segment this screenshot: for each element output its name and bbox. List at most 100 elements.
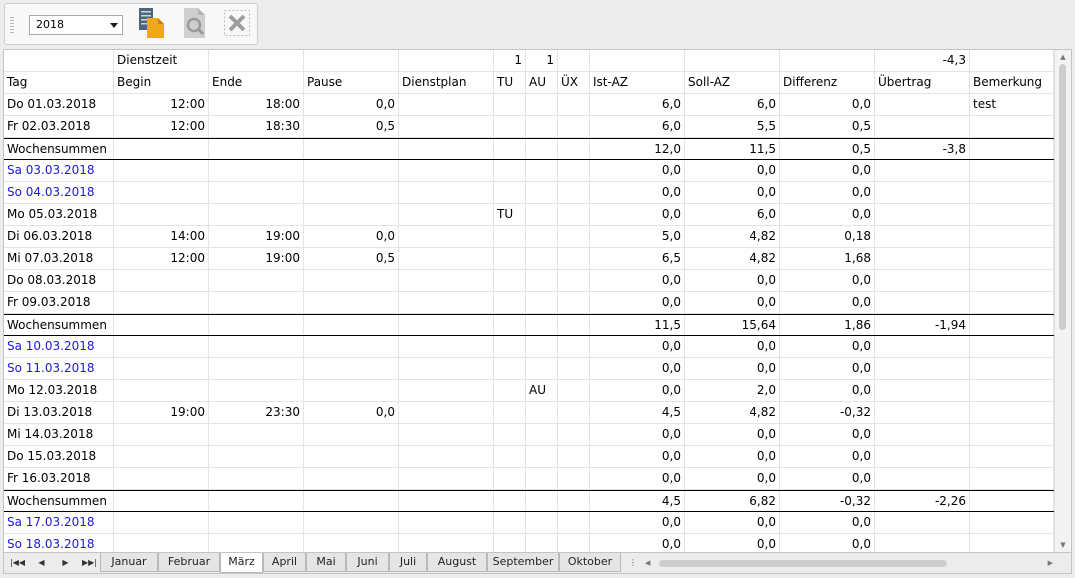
cell-tu[interactable]: TU <box>494 204 526 225</box>
cell-uebertrag[interactable] <box>875 336 970 357</box>
cell-begin[interactable]: 12:00 <box>114 94 209 115</box>
cell-tu[interactable] <box>494 139 526 159</box>
cell-tu[interactable] <box>494 491 526 511</box>
preview-button[interactable] <box>179 7 211 40</box>
scroll-left-icon[interactable]: ◀ <box>645 556 650 570</box>
cell-diff[interactable]: 0,0 <box>780 424 875 445</box>
cell-begin[interactable] <box>114 182 209 203</box>
cell-pause[interactable] <box>304 270 399 291</box>
cell-ist[interactable]: 6,0 <box>590 94 685 115</box>
cell-uebertrag[interactable] <box>875 468 970 489</box>
tab-2[interactable]: März <box>220 553 263 573</box>
tab-4[interactable]: Mai <box>306 553 346 572</box>
cell-begin[interactable] <box>114 534 209 552</box>
cell-bemerkung[interactable] <box>970 204 1054 225</box>
summary-cell-uebertrag[interactable]: -4,3 <box>875 50 970 71</box>
cell-dienstplan[interactable] <box>399 336 494 357</box>
cell-ende[interactable] <box>209 358 304 379</box>
cell-ende[interactable] <box>209 534 304 552</box>
cell-pause[interactable] <box>304 315 399 335</box>
table-row[interactable]: Do 15.03.2018 0,0 0,0 0,0 <box>4 446 1054 468</box>
column-header-tu[interactable]: TU <box>494 72 526 93</box>
cell-ist[interactable]: 0,0 <box>590 424 685 445</box>
cell-pause[interactable]: 0,0 <box>304 402 399 423</box>
cell-tu[interactable] <box>494 270 526 291</box>
cell-bemerkung[interactable] <box>970 160 1054 181</box>
cell-tag[interactable]: Wochensummen <box>4 315 114 335</box>
tab-splitter[interactable]: ⋮ <box>628 553 638 573</box>
cell-tu[interactable] <box>494 94 526 115</box>
cell-tag[interactable]: So 04.03.2018 <box>4 182 114 203</box>
cell-tu[interactable] <box>494 336 526 357</box>
summary-cell-ende[interactable] <box>209 50 304 71</box>
first-tab-icon[interactable]: |◀◀ <box>6 553 29 573</box>
cell-dienstplan[interactable] <box>399 491 494 511</box>
table-row[interactable]: Sa 10.03.2018 0,0 0,0 0,0 <box>4 336 1054 358</box>
cell-dienstplan[interactable] <box>399 446 494 467</box>
cell-au[interactable] <box>526 336 558 357</box>
tab-6[interactable]: Juli <box>389 553 427 572</box>
cell-ende[interactable]: 19:00 <box>209 226 304 247</box>
cell-uebertrag[interactable] <box>875 424 970 445</box>
cell-uebertrag[interactable] <box>875 226 970 247</box>
cell-pause[interactable] <box>304 380 399 401</box>
cell-ist[interactable]: 0,0 <box>590 358 685 379</box>
cell-pause[interactable] <box>304 512 399 533</box>
cell-au[interactable] <box>526 94 558 115</box>
cell-ende[interactable]: 23:30 <box>209 402 304 423</box>
cell-begin[interactable] <box>114 315 209 335</box>
cell-bemerkung[interactable] <box>970 402 1054 423</box>
cell-ende[interactable]: 18:30 <box>209 116 304 137</box>
table-row[interactable]: Di 13.03.2018 19:00 23:30 0,0 4,5 4,82 -0,32 <box>4 402 1054 424</box>
cell-soll[interactable]: 4,82 <box>685 248 780 269</box>
cell-bemerkung[interactable] <box>970 380 1054 401</box>
cell-ist[interactable]: 12,0 <box>590 139 685 159</box>
table-row[interactable]: Sa 17.03.2018 0,0 0,0 0,0 <box>4 512 1054 534</box>
cell-ende[interactable] <box>209 292 304 313</box>
cell-au[interactable] <box>526 182 558 203</box>
cell-tu[interactable] <box>494 512 526 533</box>
cell-tu[interactable] <box>494 292 526 313</box>
cell-au[interactable] <box>526 446 558 467</box>
vertical-scrollbar[interactable]: ▲ ▼ <box>1054 50 1071 552</box>
cell-diff[interactable]: 0,0 <box>780 446 875 467</box>
cell-pause[interactable] <box>304 139 399 159</box>
table-row[interactable]: Do 08.03.2018 0,0 0,0 0,0 <box>4 270 1054 292</box>
cell-pause[interactable]: 0,5 <box>304 116 399 137</box>
cell-ux[interactable] <box>558 270 590 291</box>
cell-diff[interactable]: 0,18 <box>780 226 875 247</box>
cell-soll[interactable]: 11,5 <box>685 139 780 159</box>
column-header-tag[interactable]: Tag <box>4 72 114 93</box>
cell-diff[interactable]: 0,0 <box>780 358 875 379</box>
table-row[interactable]: Mi 07.03.2018 12:00 19:00 0,5 6,5 4,82 1,68 <box>4 248 1054 270</box>
cell-pause[interactable] <box>304 491 399 511</box>
column-header-au[interactable]: AU <box>526 72 558 93</box>
cell-ist[interactable]: 0,0 <box>590 270 685 291</box>
cell-ist[interactable]: 0,0 <box>590 204 685 225</box>
cell-uebertrag[interactable] <box>875 270 970 291</box>
column-header-ux[interactable]: ÜX <box>558 72 590 93</box>
cell-ux[interactable] <box>558 491 590 511</box>
horizontal-scrollbar[interactable]: ◀ ▶ <box>645 556 1053 570</box>
cell-au[interactable] <box>526 204 558 225</box>
cell-ist[interactable]: 0,0 <box>590 468 685 489</box>
cell-ux[interactable] <box>558 94 590 115</box>
cell-dienstplan[interactable] <box>399 402 494 423</box>
week-sum-row[interactable]: Wochensummen 12,0 11,5 0,5 -3,8 <box>4 138 1054 160</box>
cell-tag[interactable]: So 11.03.2018 <box>4 358 114 379</box>
cell-dienstplan[interactable] <box>399 139 494 159</box>
cell-begin[interactable] <box>114 292 209 313</box>
cell-dienstplan[interactable] <box>399 116 494 137</box>
cell-uebertrag[interactable] <box>875 534 970 552</box>
cell-diff[interactable]: 0,0 <box>780 292 875 313</box>
cell-uebertrag[interactable]: -1,94 <box>875 315 970 335</box>
cell-diff[interactable]: 0,5 <box>780 116 875 137</box>
cell-diff[interactable]: 0,0 <box>780 380 875 401</box>
cell-diff[interactable]: 0,0 <box>780 512 875 533</box>
cell-ist[interactable]: 5,0 <box>590 226 685 247</box>
cell-soll[interactable]: 0,0 <box>685 512 780 533</box>
cell-au[interactable] <box>526 468 558 489</box>
cell-soll[interactable]: 0,0 <box>685 292 780 313</box>
column-header-begin[interactable]: Begin <box>114 72 209 93</box>
cell-ux[interactable] <box>558 182 590 203</box>
